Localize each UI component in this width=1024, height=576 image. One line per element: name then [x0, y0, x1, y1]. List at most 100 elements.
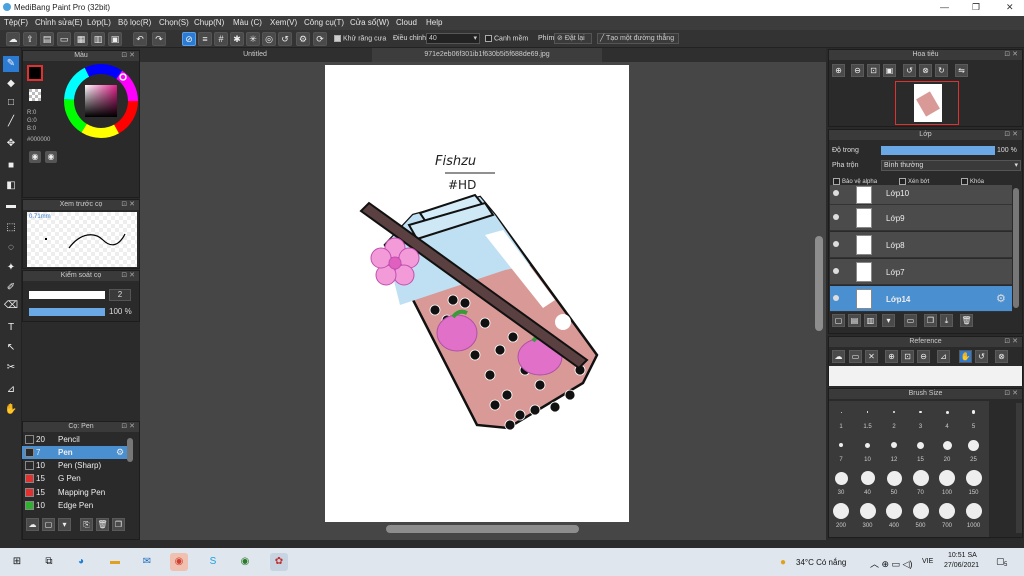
gear-icon[interactable]: ⚙: [116, 447, 124, 458]
brush-tool-icon[interactable]: ✎: [3, 56, 19, 72]
brush-size-dot[interactable]: [917, 441, 924, 449]
brush-opacity-slider[interactable]: [29, 308, 105, 316]
smooth-checkbox[interactable]: Canh mềm: [485, 35, 528, 42]
open-reference-icon[interactable]: ▭: [849, 350, 862, 363]
new-halftone-layer-icon[interactable]: ▤: [848, 314, 861, 327]
brush-item-pencil[interactable]: 20 Pencil: [22, 433, 127, 446]
navigator-thumbnail[interactable]: [895, 81, 959, 125]
folder-icon[interactable]: ▭: [904, 314, 917, 327]
gear-icon[interactable]: ⚙: [996, 292, 1006, 305]
add-layer-menu-icon[interactable]: ▾: [882, 314, 895, 327]
close-icon[interactable]: ✕: [1006, 2, 1014, 13]
menu-file[interactable]: Tệp(F): [4, 18, 28, 27]
actual-size-icon[interactable]: ▣: [883, 64, 896, 77]
brush-item-pen-sharp[interactable]: 10 Pen (Sharp): [22, 459, 127, 472]
brush-size-dot[interactable]: [840, 411, 842, 413]
eye-icon[interactable]: [833, 241, 839, 247]
menu-window[interactable]: Cửa sổ(W): [350, 18, 389, 27]
fill-rect-tool-icon[interactable]: ■: [3, 158, 19, 174]
horizontal-scrollbar[interactable]: [386, 525, 579, 533]
windows-start-icon[interactable]: ⊞: [8, 553, 26, 571]
export-icon[interactable]: ⇪: [23, 32, 37, 46]
brush-size-dot[interactable]: [865, 442, 870, 448]
brush-size-dot[interactable]: [945, 410, 949, 414]
task-view-icon[interactable]: ⧉: [40, 553, 58, 571]
color-wheel[interactable]: [63, 63, 139, 139]
clock-time[interactable]: 10:51 SA: [948, 552, 977, 559]
brush-size-dot[interactable]: [886, 503, 902, 519]
snap-off-icon[interactable]: ⊘: [182, 32, 196, 46]
dot-tool-icon[interactable]: □: [3, 95, 19, 111]
layer-item-selected[interactable]: Lớp14 ⚙: [830, 286, 1012, 312]
new-brush-icon[interactable]: ▢: [42, 518, 55, 531]
brush-size-dot[interactable]: [860, 471, 875, 485]
chrome-alt-icon[interactable]: ◉: [236, 553, 254, 571]
eye-icon[interactable]: [833, 214, 839, 220]
delete-brush-icon[interactable]: 🗑: [96, 518, 109, 531]
snap-grid-icon[interactable]: #: [214, 32, 228, 46]
hand-tool-icon[interactable]: ✋: [3, 402, 19, 418]
brush-size-slider[interactable]: [29, 291, 105, 299]
rotate-reset-icon[interactable]: ⊗: [919, 64, 932, 77]
brush-item-mapping-pen[interactable]: 15 Mapping Pen: [22, 486, 127, 499]
brush-size-dot[interactable]: [886, 470, 902, 486]
eye-icon[interactable]: [833, 295, 839, 301]
chrome-icon[interactable]: ◉: [170, 553, 188, 571]
maximize-icon[interactable]: ❐: [972, 2, 980, 13]
ref-zoom-in-icon[interactable]: ⊕: [885, 350, 898, 363]
brush-size-dot[interactable]: [834, 471, 848, 485]
brush-list-scrollbar[interactable]: [127, 438, 133, 462]
ref-rotate2-icon[interactable]: ⊗: [995, 350, 1008, 363]
antialias-checkbox[interactable]: Khử răng cưa: [334, 35, 386, 42]
mail-icon[interactable]: ✉: [138, 553, 156, 571]
menu-filter[interactable]: Bộ lọc(R): [118, 18, 151, 27]
cloud-brush-icon[interactable]: ☁: [26, 518, 39, 531]
duplicate-brush-icon[interactable]: ❐: [112, 518, 125, 531]
brush-size-dot[interactable]: [912, 470, 929, 486]
screen-icon[interactable]: ▭: [57, 32, 71, 46]
cloud-icon[interactable]: ☁: [6, 32, 20, 46]
edge-icon[interactable]: ◕: [72, 553, 90, 571]
layer-opacity-slider[interactable]: [881, 146, 995, 155]
delete-layer-icon[interactable]: 🗑: [960, 314, 973, 327]
copy-brush-icon[interactable]: ⎘: [80, 518, 93, 531]
menu-help[interactable]: Help: [426, 18, 442, 27]
flip-icon[interactable]: ⇋: [955, 64, 968, 77]
merge-layer-icon[interactable]: ⤓: [940, 314, 953, 327]
add-brush-icon[interactable]: ▾: [58, 518, 71, 531]
brush-size-dot[interactable]: [942, 440, 952, 450]
close-reference-icon[interactable]: ✕: [865, 350, 878, 363]
line-tool-icon[interactable]: ╱: [3, 114, 19, 130]
page-icon[interactable]: ▥: [91, 32, 105, 46]
snap-curve-icon[interactable]: ↺: [278, 32, 292, 46]
ref-eyedropper-icon[interactable]: ⊿: [937, 350, 950, 363]
duplicate-layer-icon[interactable]: ❐: [924, 314, 937, 327]
redo-icon[interactable]: ↷: [152, 32, 166, 46]
snap-radial2-icon[interactable]: ✳: [246, 32, 260, 46]
zoom-in-icon[interactable]: ⊕: [832, 64, 845, 77]
ref-zoom-out-icon[interactable]: ⊖: [917, 350, 930, 363]
brush-size-dot[interactable]: [859, 503, 876, 519]
brush-size-dot[interactable]: [893, 411, 895, 413]
snap-circle-icon[interactable]: ◎: [262, 32, 276, 46]
eye-icon[interactable]: [833, 268, 839, 274]
divide-tool-icon[interactable]: ✂: [3, 360, 19, 376]
brush-size-dot[interactable]: [965, 503, 982, 519]
undo-icon[interactable]: ↶: [133, 32, 147, 46]
menu-layer[interactable]: Lớp(L): [87, 18, 111, 27]
menu-view[interactable]: Xem(V): [270, 18, 297, 27]
ref-hand-icon[interactable]: ✋: [959, 350, 972, 363]
transparent-swatch[interactable]: [29, 89, 41, 101]
file-explorer-icon[interactable]: ▬: [106, 553, 124, 571]
snap-parallel-icon[interactable]: ≡: [198, 32, 212, 46]
menu-color[interactable]: Màu (C): [233, 18, 262, 27]
minimize-icon[interactable]: —: [940, 2, 949, 12]
zoom-out-icon[interactable]: ⊖: [851, 64, 864, 77]
reset-button[interactable]: ⊘ Đặt lại: [554, 33, 592, 44]
rotate-left-icon[interactable]: ↺: [903, 64, 916, 77]
menu-capture[interactable]: Chụp(N): [194, 18, 224, 27]
ref-rotate-icon[interactable]: ↺: [975, 350, 988, 363]
ref-fit-icon[interactable]: ⊡: [901, 350, 914, 363]
rotate-right-icon[interactable]: ↻: [935, 64, 948, 77]
move-tool-icon[interactable]: ✥: [3, 136, 19, 152]
